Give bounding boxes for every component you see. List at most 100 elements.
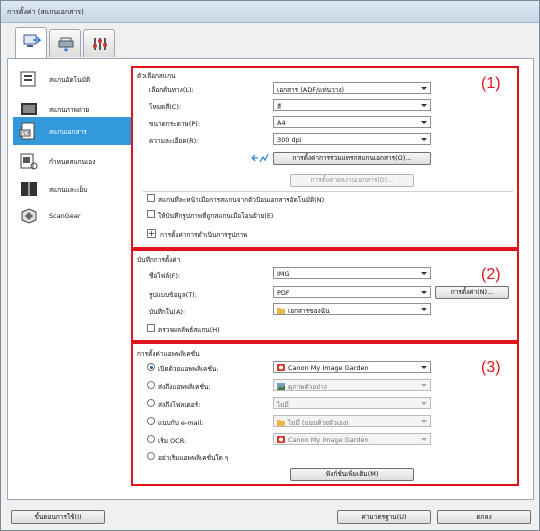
- section-number-3: (3): [481, 359, 501, 376]
- open-with-app-radio[interactable]: [147, 363, 155, 371]
- send-to-app-value: ดูภาพตัวอย่าง: [288, 383, 327, 391]
- save-images-checkbox[interactable]: [147, 210, 155, 218]
- photo-scan-icon: [21, 103, 37, 115]
- open-with-app-select[interactable]: Canon My Image Garden: [273, 361, 431, 373]
- mail-folder-icon: [277, 420, 285, 426]
- more-functions-button[interactable]: ฟังก์ชั่นเพิ่มเติม(M): [290, 468, 414, 481]
- chevron-down-icon: [421, 438, 427, 441]
- start-ocr-select[interactable]: Canon My Image Garden: [273, 433, 431, 445]
- send-to-folder-value: ไม่มี: [277, 401, 289, 409]
- open-with-app-label: เปิดด้วยแอพพลิเคชั่น:: [158, 365, 219, 373]
- send-to-folder-radio[interactable]: [147, 399, 155, 407]
- chevron-down-icon: [421, 272, 427, 275]
- sidebar-item-label: สแกนภาพถ่าย: [49, 106, 90, 114]
- window-title: การตั้งค่า (สแกนเอกสาร): [7, 8, 84, 16]
- image-processing-label: การตั้งค่าการดำเนินการรูปภาพ: [160, 231, 248, 239]
- start-ocr-value: Canon My Image Garden: [288, 436, 369, 444]
- document-scan-icon: PDF: [19, 122, 35, 140]
- color-mode-label: โหมดสี(C):: [149, 103, 182, 111]
- data-format-value: PDF: [277, 289, 290, 297]
- attach-email-select[interactable]: ไม่มี (แนบด้วยตัวเอง): [273, 415, 431, 427]
- sidebar-item-label: สแกนและเย็บ: [49, 186, 88, 194]
- scan-options-title: ตัวเลือกสแกน: [137, 72, 176, 80]
- sidebar-item-scangear[interactable]: ScanGear: [13, 202, 131, 230]
- section-number-2: (2): [481, 266, 501, 283]
- scan-settings-button[interactable]: การตั้งค่าการรวมแทรกสแกนเอกสาร(O)...: [273, 152, 431, 165]
- save-in-label: บันทึกใน(A):: [149, 308, 186, 316]
- resolution-select[interactable]: 300 dpi: [273, 133, 431, 145]
- save-in-value: เอกสารของฉัน: [288, 307, 330, 315]
- start-ocr-label: เริ่ม OCR:: [158, 437, 187, 445]
- folder-icon: [277, 308, 285, 314]
- send-to-app-radio[interactable]: [147, 381, 155, 389]
- check-scan-results-label: ตรวจผลลัพธ์สแกน(H): [158, 326, 220, 334]
- save-settings-title: บันทึกการตั้งค่า: [137, 256, 181, 264]
- chevron-down-icon: [421, 87, 427, 90]
- chevron-down-icon: [421, 308, 427, 311]
- paper-size-value: A4: [277, 119, 286, 127]
- chevron-down-icon: [421, 420, 427, 423]
- expand-image-processing-button[interactable]: +: [147, 229, 156, 238]
- section-number-1: (1): [481, 75, 501, 92]
- svg-text:PDF: PDF: [21, 131, 31, 137]
- link-arrow-icon: [251, 153, 269, 163]
- chevron-down-icon: [421, 366, 427, 369]
- source-select[interactable]: เอกสาร (ADF/แท่นวาง): [273, 82, 431, 94]
- sidebar-item-label: กำหนดสแกนเอง: [49, 158, 96, 166]
- send-to-app-label: ส่งถึงแอพพลิเคชั่น:: [158, 383, 211, 391]
- sidebar-item-auto-scan[interactable]: สแกนอัตโนมัติ: [13, 65, 131, 93]
- sidebar-item-scan-stitch[interactable]: สแกนและเย็บ: [13, 175, 131, 203]
- sidebar-item-custom-scan[interactable]: กำหนดสแกนเอง: [13, 147, 131, 175]
- resolution-label: ความละเอียด(R):: [149, 137, 199, 145]
- ok-button[interactable]: ตกลง: [437, 510, 531, 524]
- attach-email-label: แนบกับ e-mail:: [158, 419, 204, 427]
- data-format-label: รูปแบบข้อมูล(T):: [149, 291, 197, 299]
- tab-scan-from-computer[interactable]: [15, 27, 47, 58]
- chevron-down-icon: [421, 384, 427, 387]
- check-scan-results-checkbox[interactable]: [147, 324, 155, 332]
- preview-icon: [277, 383, 285, 390]
- image-garden-icon: [277, 364, 285, 371]
- instructions-button[interactable]: ขั้นตอนการใช้(I): [11, 510, 105, 524]
- scan-from-panel-icon: [58, 37, 74, 52]
- scangear-icon: [21, 208, 37, 224]
- sidebar-item-document-scan[interactable]: PDF สแกนเอกสาร: [13, 117, 131, 145]
- title-bar: การตั้งค่า (สแกนเอกสาร): [1, 1, 539, 23]
- file-name-select[interactable]: IMG: [273, 267, 431, 279]
- chevron-down-icon: [421, 121, 427, 124]
- scan-per-page-checkbox[interactable]: [147, 194, 155, 202]
- chevron-down-icon: [421, 291, 427, 294]
- document-settings-button[interactable]: การตั้งค่าผลงานเอกสาร(D)...: [290, 174, 414, 187]
- data-format-select[interactable]: PDF: [273, 286, 431, 298]
- open-with-app-value: Canon My Image Garden: [288, 364, 369, 372]
- sidebar-item-label: ScanGear: [49, 212, 81, 220]
- scan-per-page-label: สแกนทีละหน้าเมื่อการสแกนจากตัวป้อนเอกสาร…: [158, 196, 325, 204]
- tab-general-settings[interactable]: [83, 29, 115, 57]
- defaults-button[interactable]: ค่ามาตรฐาน(U): [337, 510, 431, 524]
- custom-scan-icon: [20, 153, 38, 170]
- chevron-down-icon: [421, 402, 427, 405]
- tab-scan-from-panel[interactable]: [49, 29, 81, 57]
- no-app-radio[interactable]: [147, 452, 155, 460]
- scan-from-computer-icon: [23, 34, 41, 47]
- send-to-folder-select[interactable]: ไม่มี: [273, 397, 431, 409]
- save-in-select[interactable]: เอกสารของฉัน: [273, 303, 431, 315]
- send-to-folder-label: ส่งถึงโฟลเดอร์:: [158, 401, 201, 409]
- scan-stitch-icon: [21, 182, 37, 196]
- format-settings-button[interactable]: การตั้งค่า(N)...: [435, 286, 509, 299]
- source-value: เอกสาร (ADF/แท่นวาง): [277, 86, 345, 94]
- divider: [143, 191, 513, 192]
- paper-size-select[interactable]: A4: [273, 116, 431, 128]
- color-mode-select[interactable]: สี: [273, 99, 431, 111]
- general-settings-icon: [93, 38, 107, 50]
- image-garden-icon: [277, 436, 285, 443]
- send-to-app-select[interactable]: ดูภาพตัวอย่าง: [273, 379, 431, 391]
- start-ocr-radio[interactable]: [147, 435, 155, 443]
- sidebar-item-label: สแกนเอกสาร: [49, 128, 87, 136]
- no-app-label: อย่าเริ่มแอพพลิเคชั่นใด ๆ: [158, 454, 229, 462]
- sidebar: สแกนอัตโนมัติ สแกนภาพถ่าย PDF สแกนเอกสาร: [13, 65, 131, 495]
- auto-scan-icon: [20, 71, 36, 87]
- attach-email-radio[interactable]: [147, 417, 155, 425]
- settings-window: การตั้งค่า (สแกนเอกสาร) สแกนอัตโนมัติ สแ…: [0, 0, 540, 531]
- chevron-down-icon: [421, 138, 427, 141]
